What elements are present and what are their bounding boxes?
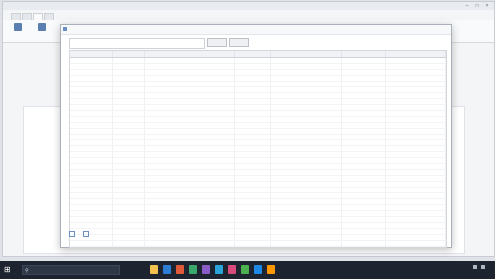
taskbar-app-icon[interactable]	[163, 265, 171, 274]
dialog-search-row	[69, 38, 443, 49]
table-cell	[341, 246, 386, 247]
dialog-footer	[69, 230, 91, 237]
table-cell	[144, 246, 236, 247]
footer-button-1[interactable]	[69, 230, 77, 237]
checkbox-icon	[83, 230, 89, 237]
search-input[interactable]	[69, 38, 205, 49]
dialog-app-icon	[63, 27, 67, 31]
dialog-titlebar	[61, 25, 451, 35]
app-tabs	[11, 13, 54, 22]
table-cell	[112, 246, 145, 247]
windows-start-icon[interactable]: ⊞	[4, 266, 12, 274]
search-button[interactable]	[207, 38, 227, 47]
taskbar-app-icon[interactable]	[228, 265, 236, 274]
taskbar-app-icon[interactable]	[189, 265, 197, 274]
taskbar-app-icon[interactable]	[254, 265, 262, 274]
taskbar-app-icon[interactable]	[267, 265, 275, 274]
taskbar-app-icon[interactable]	[202, 265, 210, 274]
ribbon-action-icon	[14, 23, 22, 31]
close-icon[interactable]: ×	[482, 3, 492, 9]
table-cell	[385, 246, 446, 247]
taskbar-app-icon[interactable]	[150, 265, 158, 274]
table-body	[70, 57, 446, 247]
taskbar-app-icon[interactable]	[215, 265, 223, 274]
network-icon[interactable]	[473, 265, 477, 269]
checkbox-icon	[69, 230, 75, 237]
ribbon-button-1[interactable]	[7, 23, 29, 33]
taskbar-app-icon[interactable]	[176, 265, 184, 274]
search-icon: ⚲	[25, 268, 29, 274]
footer-button-2[interactable]	[83, 230, 91, 237]
table-cell	[270, 246, 342, 247]
results-grid[interactable]	[69, 50, 447, 248]
ribbon-action-icon	[38, 23, 46, 31]
table-cell	[234, 246, 272, 247]
taskbar-app-icon[interactable]	[241, 265, 249, 274]
table-row[interactable]	[70, 246, 446, 247]
app-titlebar: – □ ×	[3, 2, 494, 10]
results-table	[70, 51, 446, 247]
clear-button[interactable]	[229, 38, 249, 47]
taskbar-search-box[interactable]: ⚲	[22, 265, 120, 275]
taskbar-pinned-apps	[150, 265, 275, 274]
system-tray	[473, 265, 489, 269]
search-dialog	[60, 24, 452, 248]
minimize-icon[interactable]: –	[462, 3, 472, 9]
volume-icon[interactable]	[481, 265, 485, 269]
table-cell	[70, 246, 113, 247]
ribbon-button-2[interactable]	[31, 23, 53, 33]
taskbar: ⊞ ⚲	[0, 261, 495, 279]
maximize-icon[interactable]: □	[472, 3, 482, 9]
